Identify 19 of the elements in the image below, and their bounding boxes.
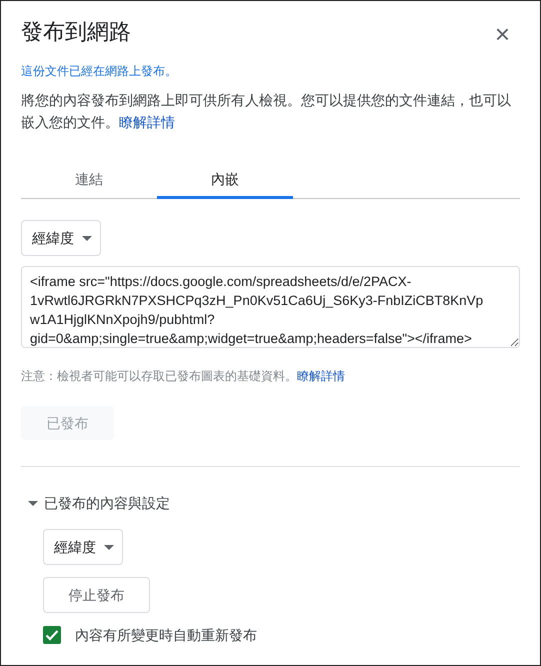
dialog-title: 發布到網路: [21, 22, 131, 42]
section-toggle[interactable]: 已發布的內容與設定: [21, 493, 170, 513]
tab[interactable]: 內嵌: [157, 165, 293, 199]
caret-icon: [104, 544, 114, 550]
checkbox-label: 內容有所變更時自動重新發布: [75, 626, 257, 645]
learn-more-link[interactable]: 瞭解詳情: [297, 369, 345, 383]
checkbox[interactable]: [43, 626, 61, 644]
stop-publishing-button[interactable]: 停止發布: [43, 577, 150, 613]
close-button[interactable]: ×: [490, 21, 514, 47]
caret-icon: [28, 500, 38, 506]
tab[interactable]: 連結: [21, 165, 157, 199]
description-text: 將您的內容發布到網路上即可供所有人檢視。您可以提供您的文件連結，也可以嵌入您的文件。瞭解詳情: [21, 91, 512, 132]
format-dropdown[interactable]: 經緯度: [21, 220, 101, 256]
published-status-link[interactable]: 這份文件已經在網路上發布。: [21, 61, 177, 81]
learn-more-link[interactable]: 瞭解詳情: [119, 114, 175, 130]
embed-code-field[interactable]: <iframe src="https://docs.google.com/spreadsheets/d/e/2PACX-1vRwtl6JRGRkN7PXSHCPq3zH_Pn0Kv51Ca6Uj_S6Ky3-FnbIZiCBT8KnVp w1A1HjglKNnXpojh9/pubhtml?gid=0&amp;single=true&amp;widget=true&amp;headers=false"></iframe>: [21, 266, 520, 348]
caret-icon: [82, 236, 92, 240]
format-dropdown[interactable]: 經緯度: [43, 529, 123, 565]
note-text: 注意：檢視者可能可以存取已發布圖表的基礎資料。瞭解詳情: [21, 368, 346, 385]
